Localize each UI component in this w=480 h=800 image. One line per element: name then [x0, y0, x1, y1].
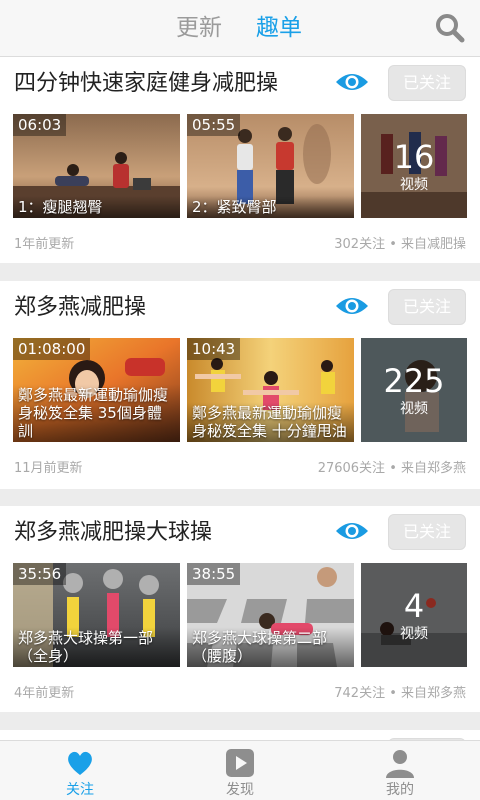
- tab-lists[interactable]: 趣单: [256, 12, 302, 44]
- video-thumbnail[interactable]: 38:55 郑多燕大球操第二部（腰腹）: [187, 563, 354, 667]
- heart-icon: [68, 751, 92, 775]
- nav-me[interactable]: 我的: [340, 741, 460, 800]
- playlist-feed[interactable]: 四分钟快速家庭健身减肥操 已关注 06:03 1：瘦腿翘臀 05:55 2：紧致…: [0, 57, 480, 740]
- search-button[interactable]: [434, 12, 466, 44]
- video-duration: 35:56: [13, 563, 67, 585]
- video-thumbnail[interactable]: 35:56 郑多燕大球操第一部（全身）: [13, 563, 180, 667]
- playlist-card[interactable]: 郑多燕减肥操大球操 已关注 35:56 郑多燕大球操第一部（全身） 38:55 …: [0, 506, 480, 712]
- nav-me-label: 我的: [386, 782, 414, 798]
- video-caption: 鄭多燕最新運動瑜伽瘦身秘笈全集 35個身體訓: [13, 384, 180, 442]
- search-icon: [436, 14, 465, 43]
- nav-follow-label: 关注: [66, 782, 94, 798]
- video-count-label: 视频: [400, 626, 428, 642]
- followed-button[interactable]: 已关注: [388, 65, 466, 101]
- followed-button[interactable]: 已关注: [388, 514, 466, 550]
- video-caption: 2：紧致臀部: [187, 196, 354, 218]
- eye-icon[interactable]: [335, 520, 369, 542]
- tab-updates[interactable]: 更新: [176, 12, 222, 44]
- video-duration: 01:08:00: [13, 338, 91, 360]
- video-count: 16: [393, 138, 435, 176]
- person-icon: [386, 750, 414, 778]
- video-thumbnail[interactable]: 05:55 2：紧致臀部: [187, 114, 354, 218]
- playlist-stats: 302关注 • 来自减肥操: [334, 237, 466, 252]
- more-videos-tile[interactable]: 16 视频: [361, 114, 467, 218]
- video-duration: 10:43: [187, 338, 241, 360]
- bottom-nav: 关注 发现 我的: [0, 740, 480, 800]
- playlist-title[interactable]: 郑多燕减肥操大球操: [14, 518, 212, 548]
- video-count-label: 视频: [400, 177, 428, 193]
- playlist-card[interactable]: 郑多燕减肥操 已关注 01:08:00 鄭多燕最新運動瑜伽瘦身秘笈全集 35個身…: [0, 281, 480, 489]
- playlist-title[interactable]: 四分钟快速家庭健身减肥操: [14, 69, 278, 99]
- top-bar: 更新 趣单: [0, 0, 480, 57]
- eye-icon[interactable]: [335, 295, 369, 317]
- more-videos-tile[interactable]: 4 视频: [361, 563, 467, 667]
- updated-time: 1年前更新: [14, 237, 75, 252]
- video-count: 225: [383, 362, 445, 400]
- playlist-stats: 27606关注 • 来自郑多燕: [317, 461, 466, 476]
- updated-time: 4年前更新: [14, 686, 75, 701]
- video-caption: 郑多燕大球操第二部（腰腹）: [187, 627, 354, 667]
- updated-time: 11月前更新: [14, 461, 83, 476]
- followed-button[interactable]: 已关注: [388, 289, 466, 325]
- playlist-stats: 742关注 • 来自郑多燕: [334, 686, 466, 701]
- video-count-label: 视频: [400, 401, 428, 417]
- nav-discover[interactable]: 发现: [180, 741, 300, 800]
- playlist-card[interactable]: 四分钟快速家庭健身减肥操 已关注 06:03 1：瘦腿翘臀 05:55 2：紧致…: [0, 57, 480, 263]
- more-videos-tile[interactable]: 225 视频: [361, 338, 467, 442]
- video-duration: 05:55: [187, 114, 241, 136]
- eye-icon[interactable]: [335, 71, 369, 93]
- play-icon: [226, 749, 254, 777]
- video-thumbnail[interactable]: 10:43 鄭多燕最新運動瑜伽瘦身秘笈全集 十分鐘甩油: [187, 338, 354, 442]
- video-caption: 1：瘦腿翘臀: [13, 196, 180, 218]
- video-duration: 06:03: [13, 114, 67, 136]
- video-thumbnail[interactable]: 06:03 1：瘦腿翘臀: [13, 114, 180, 218]
- video-caption: 郑多燕大球操第一部（全身）: [13, 627, 180, 667]
- playlist-title[interactable]: 郑多燕减肥操: [14, 293, 146, 323]
- video-duration: 38:55: [187, 563, 241, 585]
- nav-follow[interactable]: 关注: [20, 741, 140, 800]
- nav-discover-label: 发现: [226, 782, 254, 798]
- video-count: 4: [403, 587, 425, 625]
- video-thumbnail[interactable]: 01:08:00 鄭多燕最新運動瑜伽瘦身秘笈全集 35個身體訓: [13, 338, 180, 442]
- playlist-card-partial[interactable]: [0, 730, 480, 740]
- video-caption: 鄭多燕最新運動瑜伽瘦身秘笈全集 十分鐘甩油: [187, 402, 354, 442]
